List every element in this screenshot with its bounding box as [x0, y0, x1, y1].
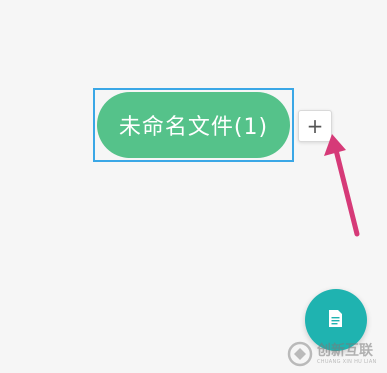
- watermark: 创新互联 CHUANG XIN HU LIAN: [287, 338, 387, 370]
- plus-icon: +: [306, 114, 324, 138]
- mindmap-canvas[interactable]: 未命名文件(1) + 创新互联 CHUANG XIN HU LIAN: [0, 0, 387, 373]
- root-node-label: 未命名文件(1): [118, 115, 269, 140]
- watermark-subtitle: CHUANG XIN HU LIAN: [317, 358, 377, 365]
- document-icon: [329, 310, 342, 327]
- root-node-selection[interactable]: 未命名文件(1): [93, 88, 294, 162]
- watermark-title: 创新互联: [317, 342, 373, 359]
- add-child-button[interactable]: +: [298, 110, 332, 142]
- logo-icon: [287, 341, 313, 367]
- root-node[interactable]: 未命名文件(1): [97, 92, 290, 158]
